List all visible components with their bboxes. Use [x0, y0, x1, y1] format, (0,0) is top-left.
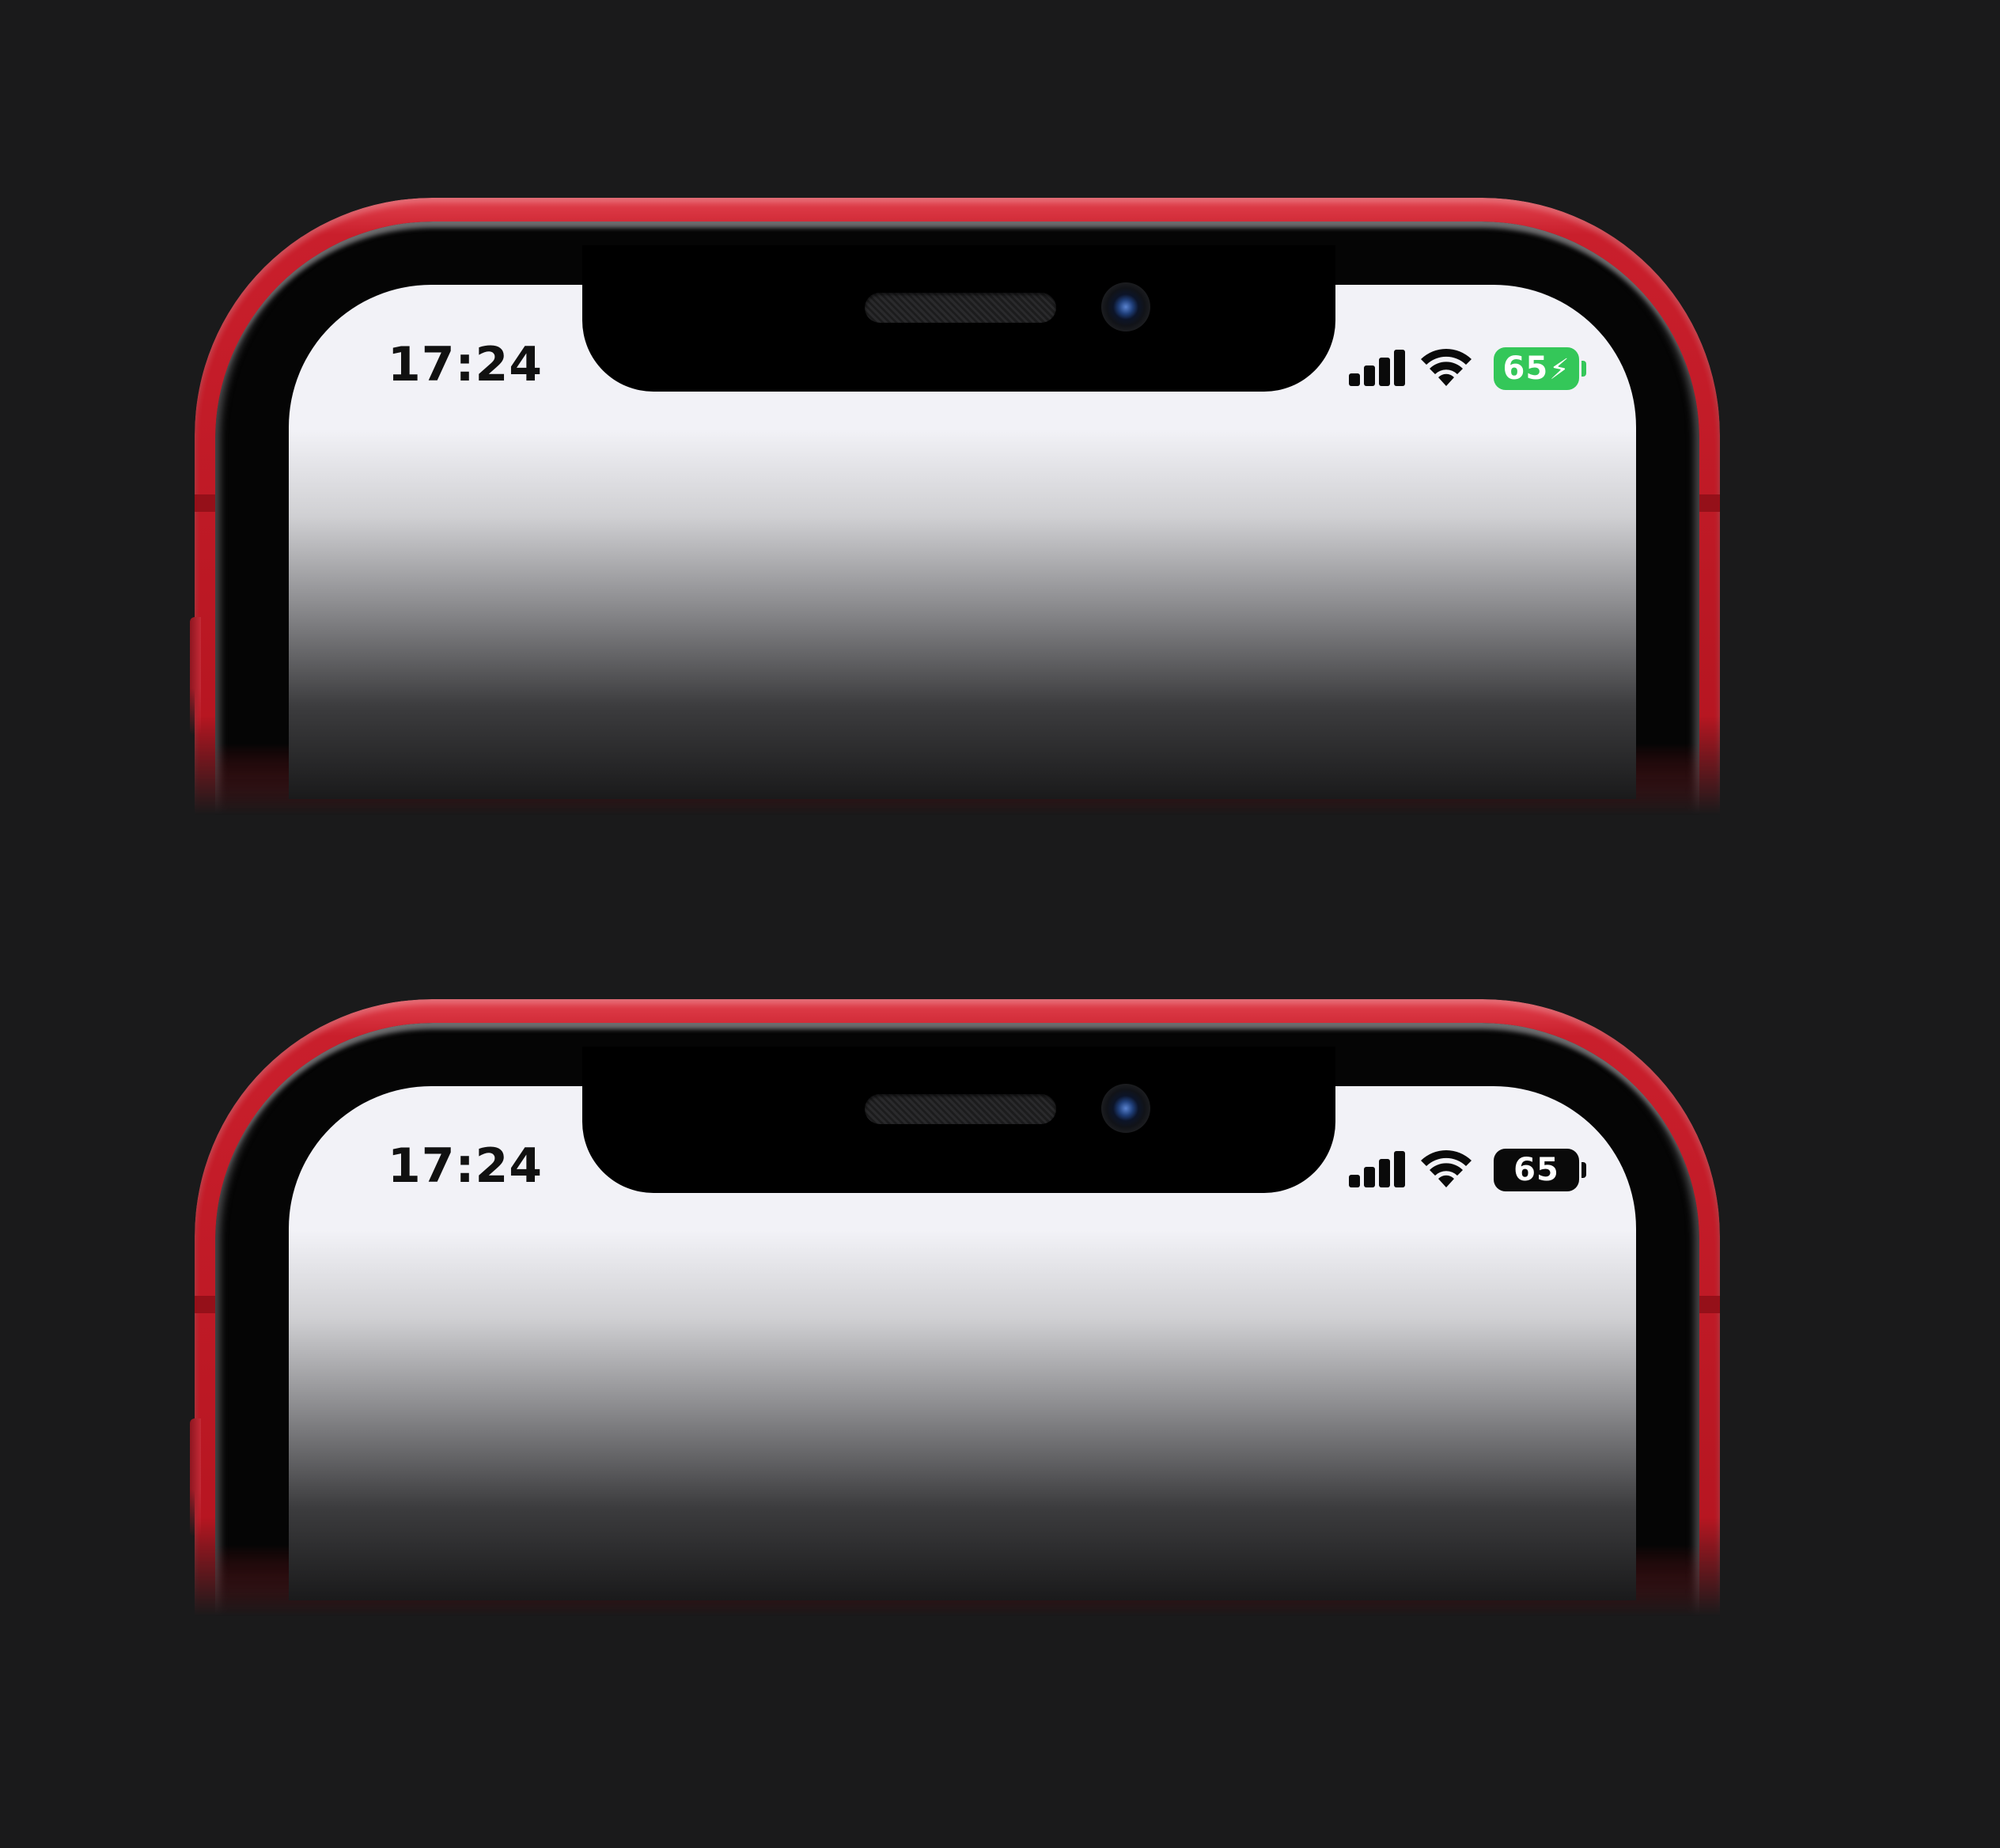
phone-mockup-normal: 17:24 65	[190, 999, 1725, 1616]
status-time: 17:24	[388, 337, 543, 392]
antenna-band	[1698, 494, 1720, 512]
status-time: 17:24	[388, 1138, 543, 1194]
antenna-band	[195, 1296, 217, 1313]
earpiece-speaker	[865, 1094, 1056, 1124]
wifi-icon	[1421, 1150, 1472, 1187]
battery-cap	[1581, 361, 1586, 377]
wifi-icon	[1421, 349, 1472, 386]
front-camera	[1101, 282, 1150, 331]
battery-icon: 65⚡︎	[1494, 347, 1579, 390]
earpiece-speaker	[865, 293, 1056, 323]
cellular-signal-icon	[1349, 1151, 1412, 1187]
front-camera	[1101, 1084, 1150, 1133]
battery-cap	[1581, 1162, 1586, 1178]
charging-bolt-icon: ⚡︎	[1549, 354, 1570, 386]
side-button	[190, 1418, 201, 1537]
antenna-band	[1698, 1296, 1720, 1313]
antenna-band	[195, 494, 217, 512]
side-button	[190, 617, 201, 736]
phone-mockup-charging: 17:24 65⚡︎	[190, 198, 1725, 815]
battery-percent: 65	[1502, 350, 1549, 387]
battery-icon: 65	[1494, 1149, 1579, 1191]
cellular-signal-icon	[1349, 350, 1412, 386]
battery-percent: 65	[1513, 1152, 1559, 1188]
